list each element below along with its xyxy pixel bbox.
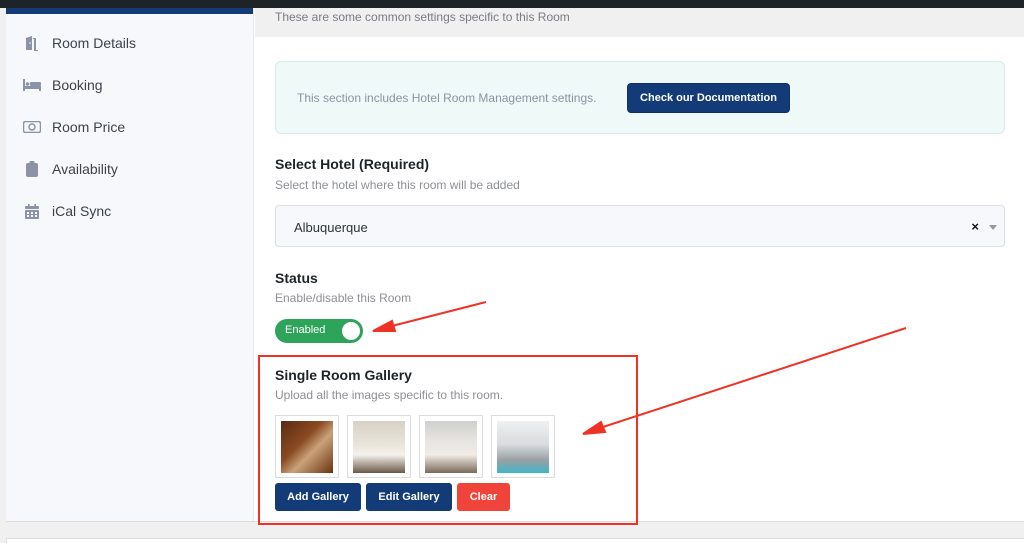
clipboard-icon [23,161,41,177]
gallery-thumbnail[interactable] [275,415,339,478]
hotel-field-description: Select the hotel where this room will be… [275,178,520,192]
gallery-thumbnail[interactable] [491,415,555,478]
sidebar-item-label: Room Price [52,119,126,135]
clear-selection-icon[interactable]: × [971,219,979,234]
section-subtitle: These are some common settings specific … [275,10,570,24]
section-header: These are some common settings specific … [255,8,1024,37]
gallery-thumbnails [275,415,555,478]
sidebar-item-room-details[interactable]: Room Details [6,22,253,64]
sidebar-item-room-price[interactable]: Room Price [6,106,253,148]
chevron-down-icon[interactable] [989,225,997,230]
bed-icon [23,77,41,93]
sidebar-item-label: iCal Sync [52,203,112,219]
settings-sidebar: Room Details Booking Room Price Availabi… [6,8,254,521]
sidebar-item-label: Availability [52,161,118,177]
status-field-description: Enable/disable this Room [275,291,412,305]
sidebar-item-booking[interactable]: Booking [6,64,253,106]
status-toggle[interactable]: Enabled [275,319,363,343]
gallery-image [497,420,549,473]
hotel-select-value: Albuquerque [294,220,368,235]
add-gallery-button[interactable]: Add Gallery [275,483,361,511]
info-notice: This section includes Hotel Room Managem… [275,61,1005,134]
gallery-field-label: Single Room Gallery [275,367,412,383]
gallery-field-description: Upload all the images specific to this r… [275,388,504,402]
sidebar-item-label: Booking [52,77,103,93]
admin-top-bar [0,0,1024,8]
hotel-field-label: Select Hotel (Required) [275,156,430,172]
sidebar-active-indicator [6,8,253,14]
money-bill-icon [23,119,41,135]
gallery-image [281,420,333,473]
hotel-select[interactable]: Albuquerque × [275,205,1005,247]
gallery-image [425,420,477,473]
door-open-icon [23,35,41,51]
toggle-label: Enabled [285,324,326,336]
clear-gallery-button[interactable]: Clear [457,483,510,511]
gallery-thumbnail[interactable] [347,415,411,478]
documentation-button[interactable]: Check our Documentation [627,83,790,113]
calendar-icon [23,203,41,219]
sidebar-item-ical-sync[interactable]: iCal Sync [6,190,253,232]
gallery-thumbnail[interactable] [419,415,483,478]
gallery-image [353,420,405,473]
edit-gallery-button[interactable]: Edit Gallery [366,483,452,511]
next-panel-edge [6,538,1024,543]
sidebar-item-availability[interactable]: Availability [6,148,253,190]
sidebar-item-label: Room Details [52,35,137,51]
gallery-actions: Add Gallery Edit Gallery Clear [275,483,510,511]
toggle-knob [342,322,360,340]
status-field-label: Status [275,270,318,286]
notice-text: This section includes Hotel Room Managem… [297,91,597,105]
